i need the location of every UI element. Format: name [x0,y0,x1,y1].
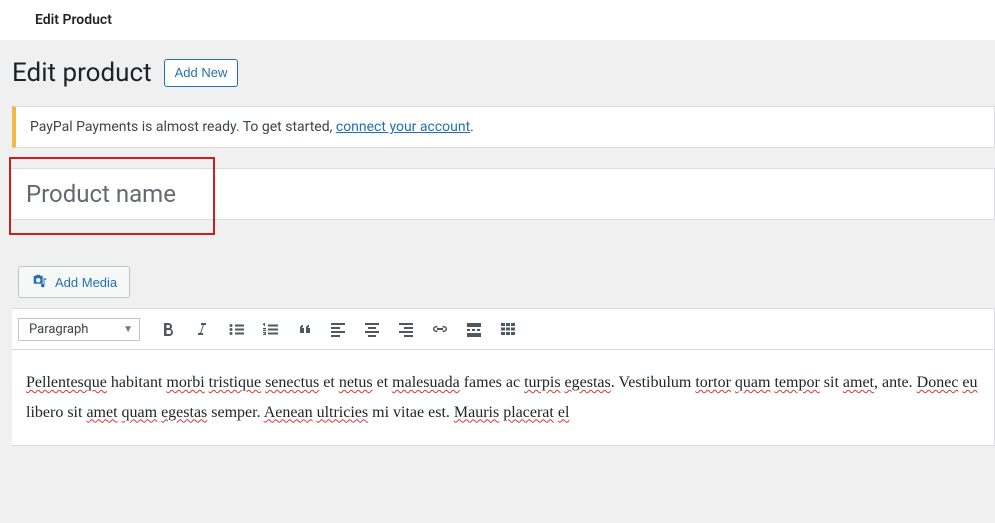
content-text: malesuada [392,374,460,391]
notice-link[interactable]: connect your account [336,119,470,135]
content-text: et [373,374,393,391]
content-text: eu [962,374,977,391]
content-text: quam [735,374,771,391]
link-button[interactable] [424,314,456,344]
product-title-container [12,168,995,220]
add-media-label: Add Media [55,275,117,290]
content-text: ultricies [317,404,369,421]
content-text: fames ac [460,374,524,391]
toolbar-toggle-button[interactable] [492,314,524,344]
add-media-button[interactable]: Add Media [18,266,130,298]
content-text: netus [339,374,373,391]
editor-content[interactable]: Pellentesque habitant morbi tristique se… [12,350,994,445]
content-text: turpis [524,374,560,391]
content-text: amet [86,404,117,421]
align-center-icon [362,319,382,339]
content-text: Mauris [454,404,499,421]
content-text: senectus [265,374,319,391]
content-text: morbi [166,374,204,391]
content-text: Pellentesque [26,374,107,391]
content-text: libero sit [26,404,86,421]
bullet-list-button[interactable] [220,314,252,344]
notice-text-suffix: . [470,119,474,135]
content-text: Donec [917,374,959,391]
chevron-down-icon: ▼ [123,324,133,335]
numbered-list-button[interactable] [254,314,286,344]
content-text: el [558,404,570,421]
align-left-button[interactable] [322,314,354,344]
bold-icon [158,319,178,339]
content-text: . Vestibulum [611,374,696,391]
content-text: amet [843,374,874,391]
paypal-notice: PayPal Payments is almost ready. To get … [12,106,995,148]
content-text: egestas [161,404,207,421]
content-text: tristique [209,374,261,391]
bullet-list-icon [226,319,246,339]
align-right-button[interactable] [390,314,422,344]
align-right-icon [396,319,416,339]
italic-button[interactable] [186,314,218,344]
bold-button[interactable] [152,314,184,344]
content-text: placerat [503,404,554,421]
content-text: sit [820,374,843,391]
italic-icon [192,319,212,339]
format-dropdown[interactable]: Paragraph ▼ [18,318,140,341]
content-text: et [319,374,339,391]
link-icon [430,319,450,339]
editor-toolbar: Paragraph ▼ [12,309,994,350]
quote-icon [294,319,314,339]
numbered-list-icon [260,319,280,339]
product-name-input[interactable] [12,169,994,219]
page-heading: Edit product [12,58,152,88]
format-dropdown-label: Paragraph [29,322,88,337]
kitchen-sink-icon [498,319,518,339]
content-text: tortor [695,374,731,391]
blockquote-button[interactable] [288,314,320,344]
read-more-icon [464,319,484,339]
content-text: mi vitae est. [368,404,454,421]
content-text: tempor [774,374,819,391]
content-text: quam [122,404,158,421]
content-text: habitant [107,374,167,391]
notice-text-prefix: PayPal Payments is almost ready. To get … [30,119,336,135]
top-bar-title: Edit Product [35,12,112,28]
insert-more-button[interactable] [458,314,490,344]
content-text: egestas [565,374,611,391]
content-text: semper. [207,404,263,421]
wysiwyg-editor: Paragraph ▼ [12,308,995,446]
camera-music-icon [31,273,49,291]
content-text: Aenean [264,404,313,421]
align-center-button[interactable] [356,314,388,344]
top-bar: Edit Product [0,0,995,40]
page-wrap: Edit product Add New PayPal Payments is … [0,40,995,446]
heading-row: Edit product Add New [12,50,995,106]
add-new-button[interactable]: Add New [164,59,239,87]
align-left-icon [328,319,348,339]
content-text: , ante. [874,374,917,391]
